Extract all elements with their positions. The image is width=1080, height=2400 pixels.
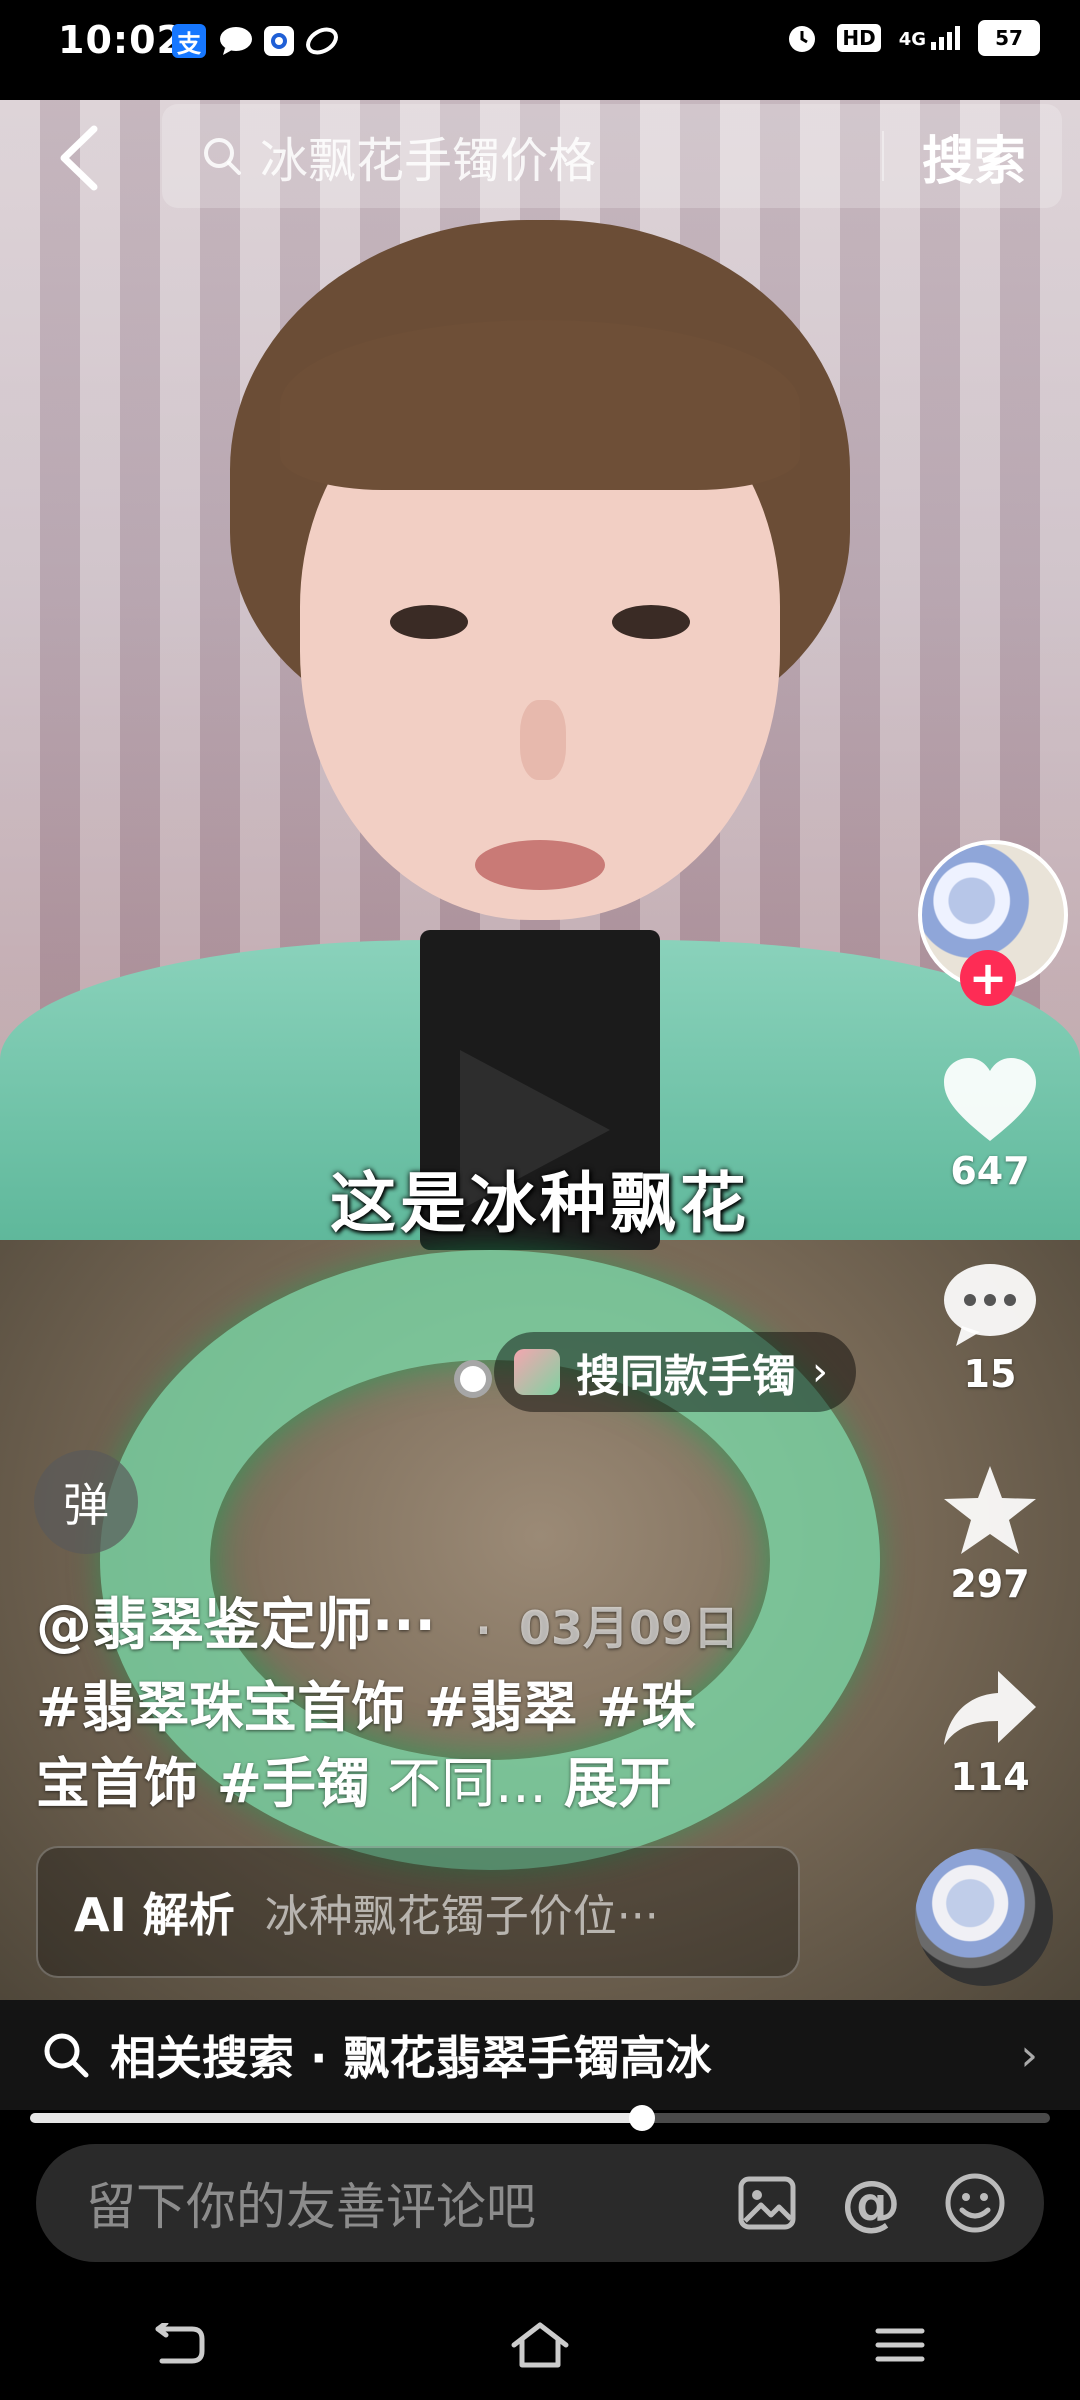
like-button[interactable]: 647 (930, 1055, 1050, 1193)
image-icon[interactable] (732, 2168, 802, 2238)
share-count: 114 (950, 1755, 1030, 1799)
emoji-icon[interactable] (940, 2168, 1010, 2238)
favorite-button[interactable]: 297 (930, 1462, 1050, 1606)
ai-analysis-card[interactable]: AI 解析 冰种飘花镯子价位··· (36, 1846, 800, 1978)
hashtags-line-2-wrap: 宝首饰 #手镯 不同... 展开 (36, 1746, 796, 1822)
post-date: 03月09日 (519, 1601, 740, 1655)
search-icon (44, 2033, 89, 2078)
danmu-label: 弹 (63, 1478, 109, 1532)
search-icon (204, 138, 241, 175)
person-lips (475, 840, 605, 890)
chevron-right-icon: › (1020, 2029, 1038, 2081)
author-line: @翡翠鉴定师··· · 03月09日 (36, 1580, 739, 1661)
video-progress-bar[interactable] (30, 2105, 1050, 2131)
description-tail: 不同... (370, 1752, 564, 1815)
status-bar: 10:02 支 HD 4G 57 (0, 0, 1080, 100)
like-count: 647 (950, 1149, 1030, 1193)
heart-icon (944, 1058, 1036, 1141)
chevron-right-icon: › (812, 1349, 828, 1395)
same-item-search-tag[interactable]: 搜同款手镯 › (494, 1332, 856, 1412)
status-right: HD 4G 57 (785, 20, 1040, 56)
chat-bubble-icon (218, 24, 254, 58)
search-button[interactable]: 搜索 (922, 119, 1026, 194)
hd-icon: HD (837, 24, 881, 52)
separator-dot: · (475, 1608, 492, 1654)
same-item-label: 搜同款手镯 (576, 1351, 796, 1402)
mention-icon[interactable]: @ (836, 2168, 906, 2238)
signal-4g-icon: 4G (899, 26, 960, 50)
person-nose (520, 700, 566, 780)
alarm-icon (789, 26, 816, 52)
network-label: 4G (898, 29, 926, 50)
comment-count: 15 (963, 1352, 1017, 1396)
post-description: #翡翠珠宝首饰 #翡翠 #珠 宝首饰 #手镯 不同... 展开 (36, 1670, 796, 1822)
person-bangs (280, 320, 800, 490)
comment-input[interactable]: 留下你的友善评论吧 (86, 2167, 732, 2239)
ai-analysis-label: AI 解析 (74, 1888, 235, 1942)
leaf-icon (304, 24, 340, 58)
progress-fill (30, 2113, 642, 2123)
comment-icon (944, 1264, 1036, 1346)
hashtags-line-1[interactable]: #翡翠珠宝首饰 #翡翠 #珠 (36, 1670, 796, 1746)
related-search-text: 相关搜索 · 飘花翡翠手镯高冰 (110, 2031, 712, 2085)
favorite-count: 297 (950, 1562, 1030, 1606)
search-query[interactable]: 冰飘花手镯价格 (260, 121, 882, 191)
star-icon (944, 1466, 1036, 1554)
expand-button[interactable]: 展开 (564, 1752, 672, 1815)
author-name[interactable]: @翡翠鉴定师··· (36, 1593, 436, 1658)
follow-button[interactable]: + (960, 950, 1016, 1006)
clock: 10:02 (58, 18, 184, 62)
hashtags-line-2[interactable]: 宝首饰 #手镯 (36, 1752, 370, 1815)
progress-knob[interactable] (629, 2105, 655, 2131)
danmu-toggle-button[interactable]: 弹 (34, 1450, 138, 1554)
recents-nav-icon[interactable] (860, 2310, 940, 2380)
alipay-icon: 支 (172, 24, 206, 58)
video-caption: 这是冰种飘花 (330, 1164, 750, 1242)
back-nav-icon[interactable] (140, 2310, 220, 2380)
app-square-icon (262, 24, 296, 58)
search-bar[interactable]: 冰飘花手镯价格 搜索 (162, 104, 1062, 208)
search-divider (881, 131, 884, 181)
comment-button[interactable]: 15 (930, 1262, 1050, 1396)
comment-input-bar[interactable]: 留下你的友善评论吧 @ (36, 2144, 1044, 2262)
home-nav-icon[interactable] (500, 2310, 580, 2380)
person-eye-left (390, 605, 468, 639)
system-nav-bar (0, 2290, 1080, 2400)
person-eye-right (612, 605, 690, 639)
share-arrow-icon (944, 1671, 1036, 1745)
product-thumbnail (514, 1349, 560, 1395)
ai-analysis-text: 冰种飘花镯子价位··· (264, 1891, 659, 1942)
back-button[interactable] (48, 118, 108, 198)
battery-indicator: 57 (978, 20, 1040, 56)
chevron-left-icon (60, 125, 98, 191)
share-button[interactable]: 114 (930, 1665, 1050, 1799)
related-search-bar[interactable]: 相关搜索 · 飘花翡翠手镯高冰 › (0, 2000, 1080, 2110)
tag-anchor-dot (454, 1360, 492, 1398)
music-disc[interactable] (915, 1848, 1053, 1986)
